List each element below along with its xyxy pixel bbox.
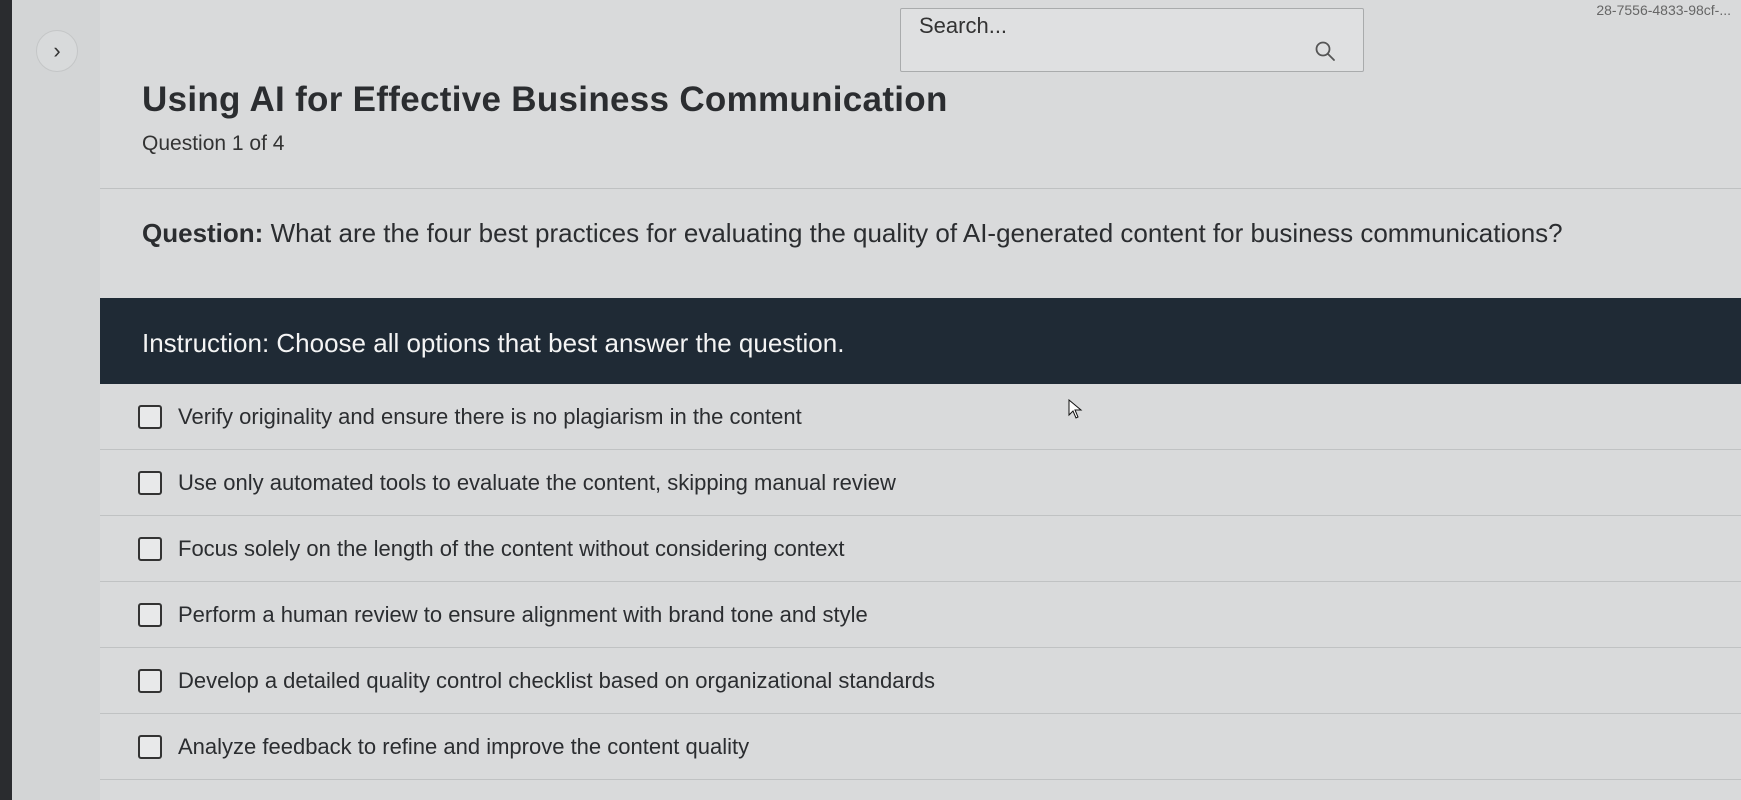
mouse-cursor-icon — [1068, 399, 1083, 419]
question-label: Question: — [142, 218, 264, 248]
option-checkbox[interactable] — [138, 602, 162, 627]
option-checkbox[interactable] — [138, 404, 162, 429]
option-item[interactable]: Develop a detailed quality control check… — [100, 648, 1741, 714]
option-item[interactable]: Perform a human review to ensure alignme… — [100, 582, 1741, 648]
option-checkbox[interactable] — [138, 734, 162, 759]
divider — [100, 188, 1741, 189]
option-checkbox[interactable] — [138, 536, 162, 561]
option-item[interactable]: Focus solely on the length of the conten… — [100, 516, 1741, 582]
instruction-banner: Instruction: Choose all options that bes… — [100, 298, 1741, 384]
question-progress: Question 1 of 4 — [142, 132, 285, 155]
option-item[interactable]: Use only automated tools to evaluate the… — [100, 450, 1741, 516]
search-icon[interactable] — [1313, 39, 1337, 63]
option-item[interactable]: Analyze feedback to refine and improve t… — [100, 714, 1741, 780]
option-label: Use only automated tools to evaluate the… — [178, 469, 896, 495]
option-label: Perform a human review to ensure alignme… — [178, 601, 868, 627]
option-checkbox[interactable] — [138, 668, 162, 693]
question-body: What are the four best practices for eva… — [270, 218, 1563, 248]
expand-sidebar-button[interactable]: › — [36, 30, 78, 72]
question-text: Question: What are the four best practic… — [142, 218, 1563, 249]
side-panel: › — [12, 0, 100, 800]
answer-options: Verify originality and ensure there is n… — [100, 384, 1741, 780]
option-label: Verify originality and ensure there is n… — [178, 403, 802, 429]
page-title: Using AI for Effective Business Communic… — [142, 80, 948, 119]
session-id-fragment: 28-7556-4833-98cf-... — [1596, 2, 1731, 18]
option-label: Focus solely on the length of the conten… — [178, 535, 845, 561]
search-placeholder: Search... — [919, 13, 1008, 38]
option-checkbox[interactable] — [138, 470, 162, 495]
chevron-right-icon: › — [53, 38, 61, 63]
option-label: Analyze feedback to refine and improve t… — [178, 733, 750, 759]
instruction-text: Instruction: Choose all options that bes… — [142, 328, 845, 358]
option-item[interactable]: Verify originality and ensure there is n… — [100, 384, 1741, 450]
screen-edge — [0, 0, 12, 800]
option-label: Develop a detailed quality control check… — [178, 667, 936, 693]
search-input[interactable]: Search... — [900, 8, 1364, 72]
